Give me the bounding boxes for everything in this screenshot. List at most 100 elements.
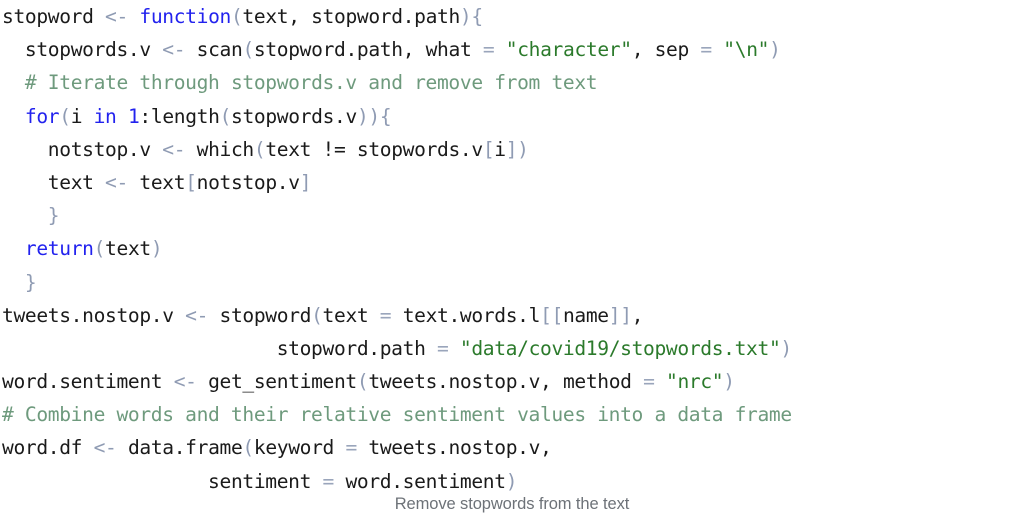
token-identifier-text: text	[139, 170, 186, 194]
token-assign-operator: <-	[93, 436, 117, 460]
token-value-tweets-nostop-v: tweets.nostop.v	[368, 436, 541, 460]
token-param-stopword-path: stopword.path	[276, 336, 426, 360]
token-identifier-tweets-nostop-v: tweets.nostop.v	[2, 303, 174, 327]
token-paren-close: )	[780, 336, 792, 360]
token-paren-open: (	[219, 104, 232, 128]
token-bracket-open: [	[185, 170, 197, 194]
token-assign-operator: <-	[173, 370, 197, 394]
token-comment-iterate: # Iterate through stopwords.v and remove…	[24, 71, 598, 95]
token-call-get-sentiment: get_sentiment	[208, 370, 357, 394]
token-equals: =	[322, 469, 335, 493]
token-call-scan: scan	[196, 38, 243, 62]
code-line-11: stopword.path = "data/covid19/stopwords.…	[0, 332, 1024, 365]
token-identifier-word-sentiment: word.sentiment	[2, 370, 163, 394]
code-line-2: stopwords.v <- scan(stopword.path, what …	[24, 38, 781, 62]
token-equals: =	[436, 336, 449, 360]
token-string-nrc: "nrc"	[666, 370, 724, 394]
token-paren-close: )	[368, 104, 380, 128]
token-bracket-close: ]	[299, 170, 312, 194]
token-assign-operator: <-	[162, 137, 186, 161]
token-brace-open: {	[379, 104, 392, 128]
r-code-block: stopword <- function(text, stopword.path…	[0, 0, 1024, 498]
token-paren-close: )	[150, 237, 163, 261]
token-number-one: 1	[127, 104, 140, 128]
token-paren-open: (	[311, 303, 323, 327]
token-string-newline: "\n"	[723, 38, 770, 62]
token-expr-notequal: text != stopwords.v	[265, 137, 483, 161]
code-line-6: text <- text[notstop.v]	[0, 166, 1024, 199]
token-brace-close: }	[24, 270, 37, 294]
code-line-10: tweets.nostop.v <- stopword(text = text.…	[0, 299, 1024, 332]
token-comma: ,	[631, 303, 644, 327]
token-equals: =	[379, 303, 392, 327]
code-line-13: # Combine words and their relative senti…	[0, 398, 1024, 431]
token-assign-operator: <-	[185, 303, 209, 327]
code-figure: stopword <- function(text, stopword.path…	[0, 0, 1024, 529]
token-equals: =	[482, 38, 495, 62]
token-identifier-word-df: word.df	[2, 436, 83, 460]
token-value-word-sentiment: word.sentiment	[345, 469, 506, 493]
token-comment-combine: # Combine words and their relative senti…	[2, 403, 792, 427]
token-paren-open: (	[356, 370, 369, 394]
token-index-i: i	[494, 137, 506, 161]
token-call-stopword: stopword	[219, 303, 312, 327]
code-line-4: for(i in 1:length(stopwords.v)){	[0, 100, 1024, 133]
code-line-5: notstop.v <- which(text != stopwords.v[i…	[0, 133, 1024, 166]
code-line-15: sentiment = word.sentiment)	[0, 465, 1024, 498]
token-call-which: which	[196, 137, 255, 161]
token-index-notstop-v: notstop.v	[196, 170, 300, 194]
token-keyword-in: in	[93, 104, 117, 128]
figure-caption: Remove stopwords from the text	[394, 495, 630, 513]
token-function-args: text, stopword.path	[242, 5, 460, 28]
token-bracket-open: [	[482, 137, 495, 161]
token-paren-open: (	[253, 137, 266, 161]
token-param-what: what	[425, 38, 472, 62]
token-paren-close: )	[356, 104, 369, 128]
token-identifier-notstop-v: notstop.v	[47, 137, 151, 161]
token-identifier-stopword: stopword	[2, 5, 94, 28]
token-brace-close: }	[47, 204, 60, 228]
token-keyword-for: for	[24, 104, 60, 128]
token-comma: ,	[540, 436, 552, 460]
token-arg-text: text	[105, 237, 151, 261]
token-brace-open: {	[471, 5, 483, 28]
token-param-keyword: keyword	[253, 436, 335, 460]
token-paren-close: )	[769, 38, 781, 62]
token-param-text: text	[322, 303, 369, 327]
token-keyword-function: function	[139, 5, 231, 28]
token-paren-close: )	[517, 137, 529, 161]
code-line-9: }	[0, 266, 1024, 299]
token-assign-operator: <-	[162, 38, 186, 62]
token-bracket-open: [[	[540, 303, 563, 327]
token-string-stopwords-path: "data/covid19/stopwords.txt"	[459, 336, 781, 360]
token-value-text-words-l: text.words.l	[402, 303, 541, 327]
token-string-character: "character"	[505, 38, 632, 62]
token-call-data-frame: data.frame	[127, 436, 243, 460]
code-line-7: }	[0, 199, 1024, 232]
code-line-3: # Iterate through stopwords.v and remove…	[0, 66, 1024, 99]
token-paren-open: (	[93, 237, 106, 261]
token-index-name: name	[562, 303, 609, 327]
token-assign-operator: <-	[105, 170, 128, 194]
token-paren-open: (	[230, 5, 243, 28]
code-line-14: word.df <- data.frame(keyword = tweets.n…	[0, 431, 1024, 464]
token-paren-open: (	[242, 436, 254, 460]
token-call-length: length	[150, 104, 220, 128]
token-identifier-stopwords-v: stopwords.v	[24, 38, 151, 62]
token-identifier-text: text	[47, 170, 94, 194]
token-paren-open: (	[242, 38, 254, 62]
code-line-1: stopword <- function(text, stopword.path…	[0, 0, 1024, 33]
token-equals: =	[700, 38, 712, 62]
token-loop-var: i	[70, 104, 83, 128]
token-arg-stopwords-v: stopwords.v	[231, 104, 357, 128]
code-line-8: return(text)	[0, 232, 1024, 265]
token-colon: :	[139, 104, 151, 128]
token-keyword-return: return	[24, 237, 94, 261]
token-arg-stopword-path: stopword.path	[253, 38, 403, 62]
token-param-sentiment: sentiment	[208, 469, 312, 493]
token-equals: =	[345, 436, 357, 460]
token-bracket-close: ]	[505, 137, 518, 161]
token-equals: =	[643, 370, 655, 394]
token-assign-operator: <-	[105, 5, 128, 28]
token-param-sep: sep	[654, 38, 690, 62]
